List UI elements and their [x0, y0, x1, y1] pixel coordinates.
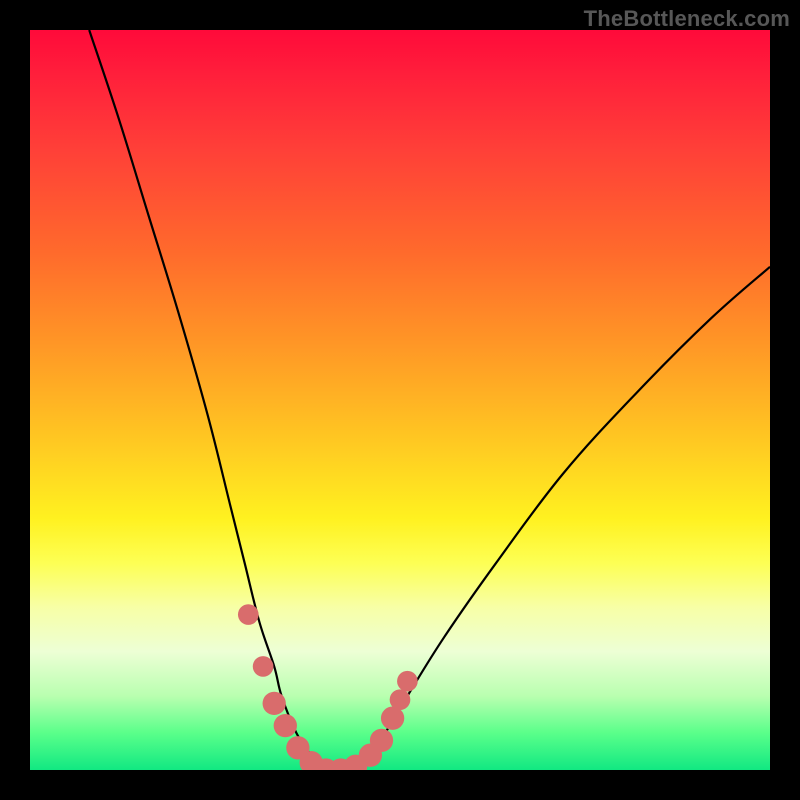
- marker-dot: [238, 604, 259, 625]
- marker-dot: [370, 729, 393, 752]
- marker-dot: [253, 656, 274, 677]
- marker-dot: [390, 689, 411, 710]
- marker-dot: [381, 707, 404, 730]
- curve-markers: [238, 604, 418, 770]
- curve-svg: [30, 30, 770, 770]
- chart-frame: TheBottleneck.com: [0, 0, 800, 800]
- bottleneck-curve: [89, 30, 770, 770]
- plot-area: [30, 30, 770, 770]
- marker-dot: [263, 692, 286, 715]
- marker-dot: [274, 714, 297, 737]
- watermark-text: TheBottleneck.com: [584, 6, 790, 32]
- marker-dot: [397, 671, 418, 692]
